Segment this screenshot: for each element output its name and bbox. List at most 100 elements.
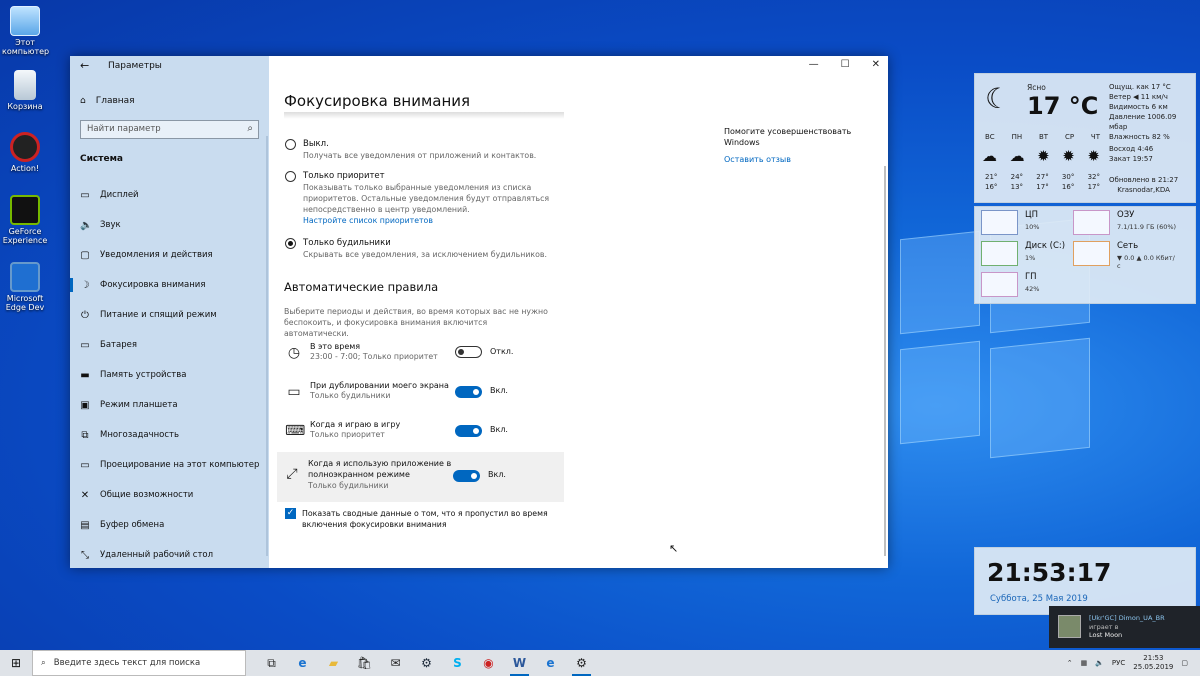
search-icon[interactable]: ⌕ xyxy=(247,123,253,134)
minimize-button[interactable]: — xyxy=(809,59,819,70)
rule-time[interactable]: ◷ В это время 23:00 - 7:00; Только приор… xyxy=(279,339,564,379)
display-icon: ▭ xyxy=(80,189,90,201)
steam-notification[interactable]: [Ukr'GC] Dimon_UA_BR играет в Lost Moon xyxy=(1049,606,1200,648)
rule-name: При дублировании моего экрана xyxy=(310,381,449,390)
task-view-icon[interactable]: ⧉ xyxy=(256,650,287,676)
network-icon[interactable]: ▦ xyxy=(1081,659,1088,667)
taskbar: ⊞ ⌕ Введите здесь текст для поиска ⧉ e ▰… xyxy=(0,650,1200,676)
priority-list-link[interactable]: Настройте список приоритетов xyxy=(303,215,553,226)
sidebar-item-label: Питание и спящий режим xyxy=(100,310,217,320)
settings-search-input[interactable]: Найти параметр ⌕ xyxy=(80,120,259,139)
search-icon: ⌕ xyxy=(41,658,46,668)
edge-dev-icon[interactable]: e xyxy=(535,650,566,676)
tray-lang[interactable]: РУС xyxy=(1112,659,1125,667)
settings-sidebar: ← Параметры ⌂ Главная Найти параметр ⌕ С… xyxy=(70,56,269,568)
start-button[interactable]: ⊞ xyxy=(0,650,32,676)
sidebar-item-tablet-mode[interactable]: ▣ Режим планшета xyxy=(70,390,269,420)
rule-fullscreen[interactable]: ⤢ Когда я использую приложение в полноэк… xyxy=(277,452,564,502)
sidebar-item-shared-experiences[interactable]: ✕ Общие возможности xyxy=(70,480,269,510)
weather-stat: Видимость 6 км xyxy=(1109,103,1168,111)
sidebar-item-power[interactable]: ⏻ Питание и спящий режим xyxy=(70,300,269,330)
sidebar-item-focus-assist[interactable]: ☽ Фокусировка внимания xyxy=(70,270,269,300)
desktop-icon-edge-dev[interactable]: Microsoft Edge Dev xyxy=(2,262,48,312)
weather-condition: Ясно xyxy=(1027,83,1046,92)
taskbar-clock[interactable]: 21:53 25.05.2019 xyxy=(1133,654,1173,672)
close-button[interactable]: ✕ xyxy=(872,59,880,70)
rule-gaming-toggle[interactable] xyxy=(455,425,482,437)
monitor-icon: ▭ xyxy=(287,384,301,400)
weather-stat: Ветер ◀ 11 км/ч xyxy=(1109,93,1168,101)
sidebar-item-multitasking[interactable]: ⧉ Многозадачность xyxy=(70,420,269,450)
settings-icon[interactable]: ⚙ xyxy=(566,650,597,676)
skype-icon[interactable]: S xyxy=(442,650,473,676)
action-icon[interactable]: ◉ xyxy=(473,650,504,676)
multitasking-icon: ⧉ xyxy=(81,429,89,441)
radio-priority-only[interactable] xyxy=(285,171,296,182)
monitor-name: ЦП xyxy=(1025,210,1038,220)
desktop-icon-recycle-bin[interactable]: Корзина xyxy=(2,70,48,111)
weather-location: Krasnodar,KDA xyxy=(1117,186,1170,194)
radio-alarms-only[interactable] xyxy=(285,238,296,249)
sidebar-item-label: Дисплей xyxy=(100,190,139,200)
sidebar-item-remote-desktop[interactable]: ⤡ Удаленный рабочий стол xyxy=(70,540,269,570)
option-label: Выкл. xyxy=(303,139,329,149)
sidebar-item-label: Режим планшета xyxy=(100,400,178,410)
sidebar-item-notifications[interactable]: ▢ Уведомления и действия xyxy=(70,240,269,270)
sidebar-item-battery[interactable]: ▭ Батарея xyxy=(70,330,269,360)
desktop-icon-label: Корзина xyxy=(7,102,43,111)
forecast-high: 27° xyxy=(1036,173,1049,181)
desktop-icon-geforce[interactable]: GeForce Experience xyxy=(2,195,48,245)
content-scrollbar[interactable] xyxy=(884,166,886,556)
focus-assist-icon: ☽ xyxy=(80,279,90,291)
tray-expand-icon[interactable]: ⌃ xyxy=(1067,659,1073,667)
sound-icon: 🔈 xyxy=(80,219,93,231)
option-label: Только будильники xyxy=(303,238,391,248)
system-monitor-widget: ЦП 10% ОЗУ 7.1/11.9 ГБ (60%) Диск (C:) 1… xyxy=(974,206,1196,304)
rule-display-toggle[interactable] xyxy=(455,386,482,398)
updated-time: Обновлено в 21:27 xyxy=(1109,176,1179,184)
feedback-link[interactable]: Оставить отзыв xyxy=(724,155,791,164)
taskbar-search[interactable]: ⌕ Введите здесь текст для поиска xyxy=(32,650,246,676)
rule-gaming[interactable]: ⌨ Когда я играю в игру Только приоритет … xyxy=(279,417,564,457)
option-priority-only[interactable]: Только приоритет Показывать только выбра… xyxy=(285,170,553,226)
forecast-icons: ☁ ☁ ✹ ✹ ✹ xyxy=(982,147,1100,165)
steam-icon[interactable]: ⚙ xyxy=(411,650,442,676)
rule-time-toggle[interactable] xyxy=(455,346,482,358)
mail-icon[interactable]: ✉ xyxy=(380,650,411,676)
rule-name: В это время xyxy=(310,342,361,351)
desktop-icon-action[interactable]: Action! xyxy=(2,132,48,173)
volume-icon[interactable]: 🔈 xyxy=(1095,659,1104,667)
sun-icon: ✹ xyxy=(1062,147,1075,165)
sidebar-item-storage[interactable]: ▬ Память устройства xyxy=(70,360,269,390)
rule-fullscreen-toggle[interactable] xyxy=(453,470,480,482)
back-arrow-icon[interactable]: ← xyxy=(80,59,89,72)
notification-user: [Ukr'GC] Dimon_UA_BR xyxy=(1089,614,1165,622)
maximize-button[interactable]: ☐ xyxy=(841,59,850,70)
explorer-icon[interactable]: ▰ xyxy=(318,650,349,676)
summary-checkbox[interactable]: ✓ xyxy=(285,508,296,519)
rule-duplicating-display[interactable]: ▭ При дублировании моего экрана Только б… xyxy=(279,378,564,418)
sidebar-item-projecting[interactable]: ▭ Проецирование на этот компьютер xyxy=(70,450,269,480)
option-alarms-only[interactable]: Только будильники Скрывать все уведомлен… xyxy=(285,237,553,260)
desktop-icon-label: Action! xyxy=(10,164,40,173)
sidebar-item-sound[interactable]: 🔈 Звук xyxy=(70,210,269,240)
desktop-icon-this-pc[interactable]: Этот компьютер xyxy=(2,6,49,56)
sidebar-item-clipboard[interactable]: ▤ Буфер обмена xyxy=(70,510,269,540)
storage-icon: ▬ xyxy=(80,369,90,381)
store-icon[interactable]: 🛍 xyxy=(349,650,380,676)
home-link[interactable]: ⌂ Главная xyxy=(80,96,135,106)
sidebar-scrollbar[interactable] xyxy=(266,136,268,556)
radio-off[interactable] xyxy=(285,139,296,150)
summary-checkbox-row[interactable]: ✓ Показать сводные данные о том, что я п… xyxy=(285,508,552,530)
notification-game: Lost Moon xyxy=(1089,631,1123,639)
option-off[interactable]: Выкл. Получать все уведомления от прилож… xyxy=(285,138,553,161)
monitor-value: 7.1/11.9 ГБ (60%) xyxy=(1117,223,1177,231)
scroll-fade xyxy=(284,112,564,119)
action-center-icon[interactable]: ▢ xyxy=(1181,659,1188,667)
sunset: Закат 19:57 xyxy=(1109,155,1153,163)
forecast-high: 30° xyxy=(1061,173,1075,181)
sidebar-item-display[interactable]: ▭ Дисплей xyxy=(70,180,269,210)
notifications-icon: ▢ xyxy=(80,249,90,261)
edge-icon[interactable]: e xyxy=(287,650,318,676)
word-icon[interactable]: W xyxy=(504,650,535,676)
